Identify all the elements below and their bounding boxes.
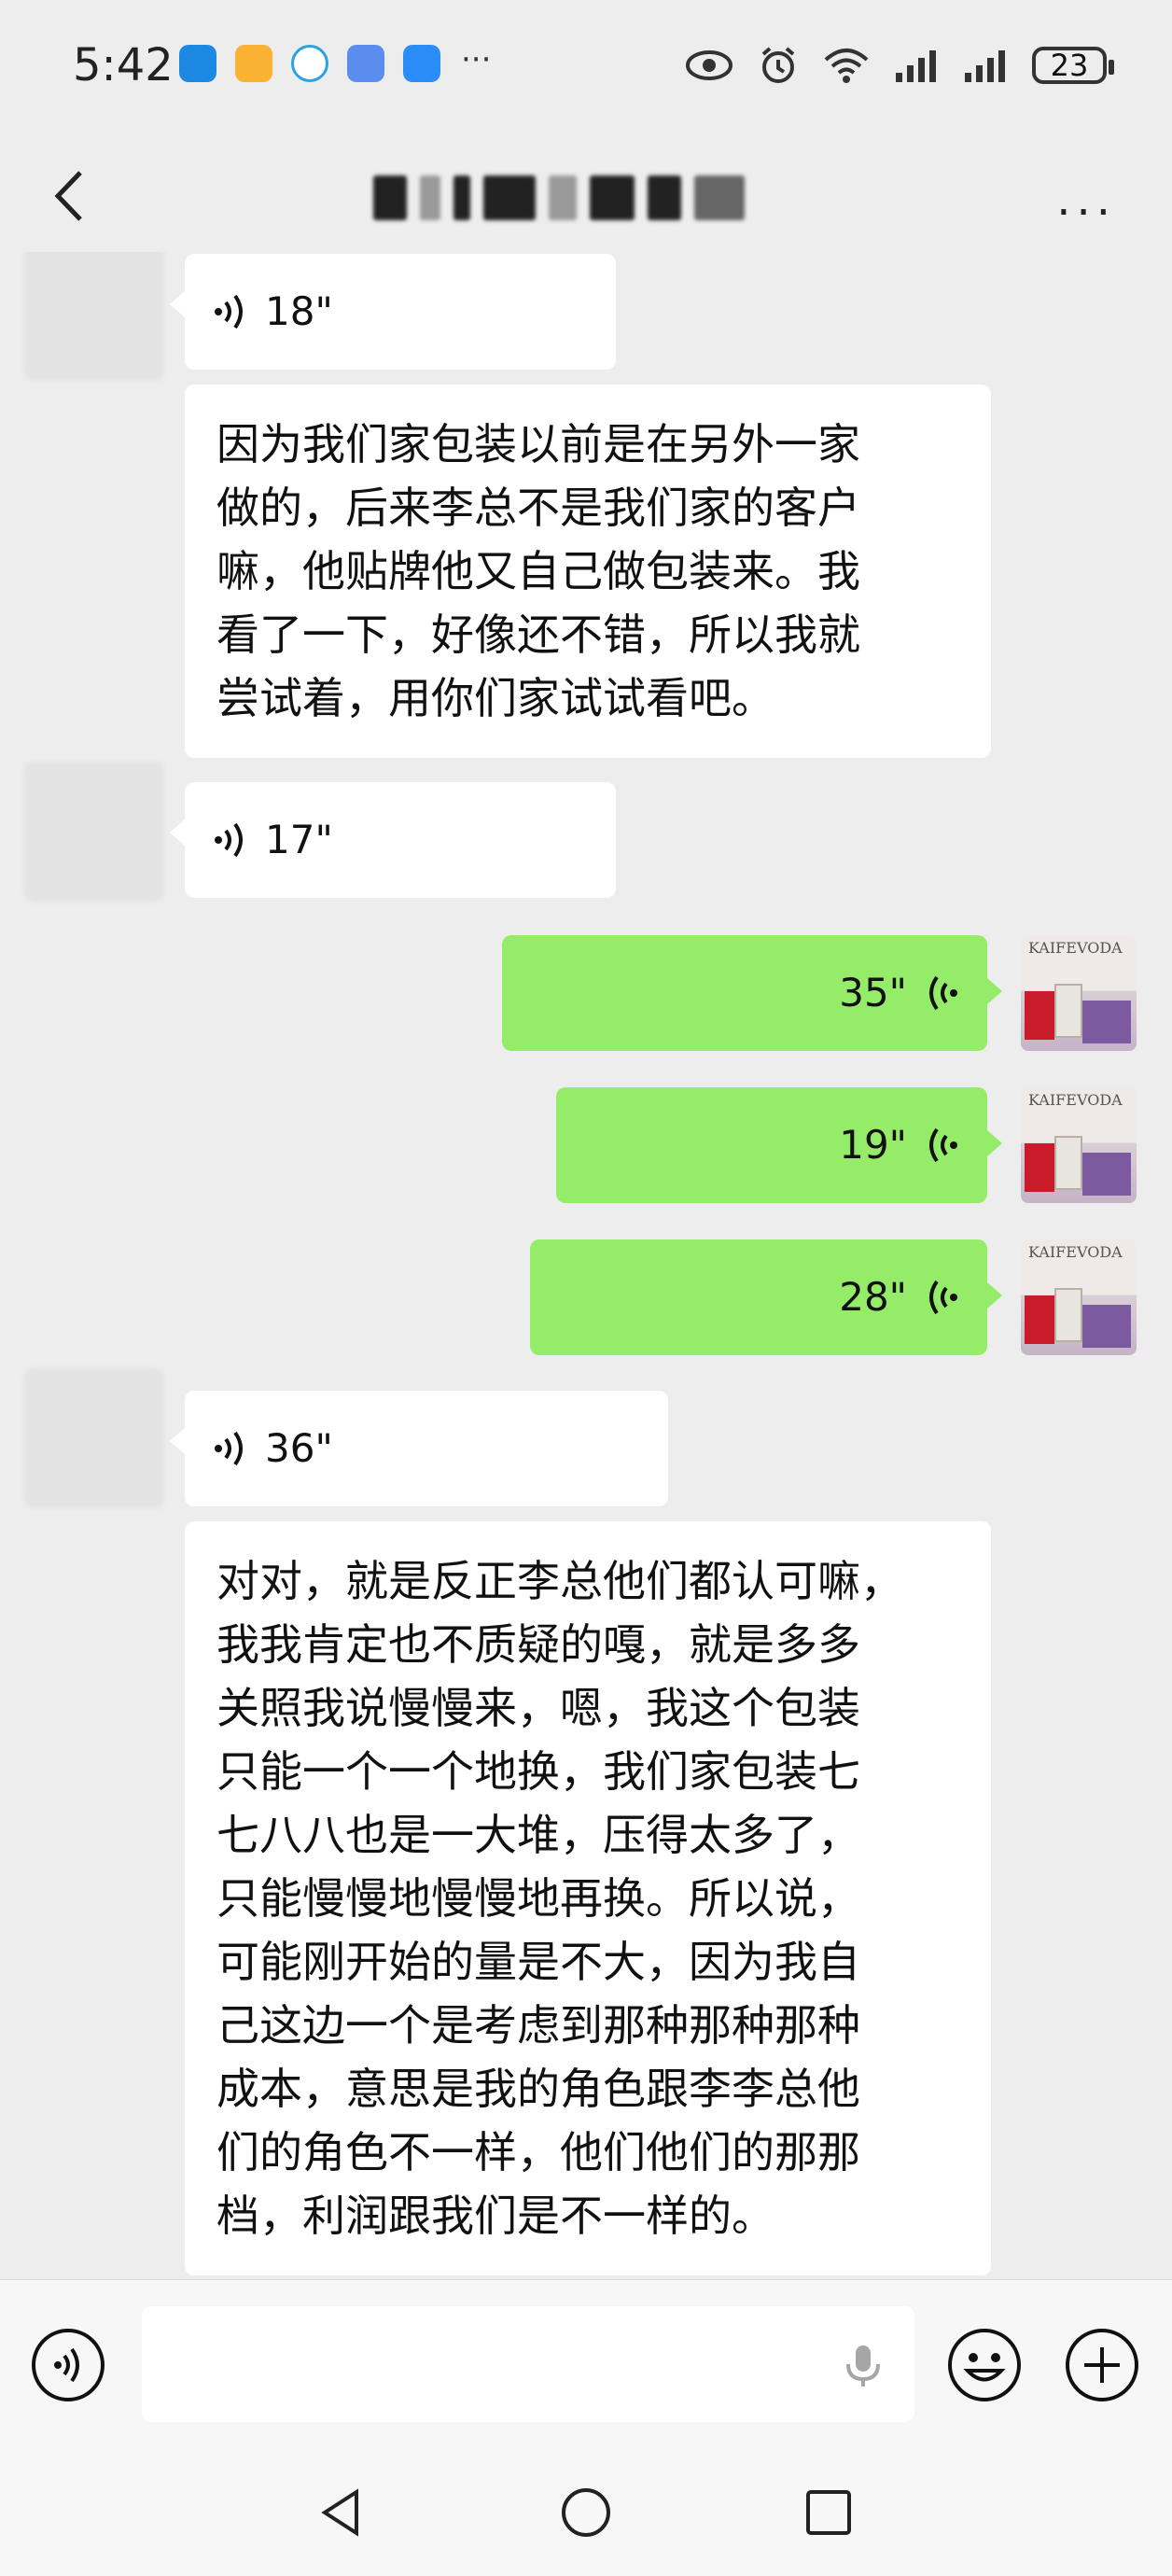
chat-header: ··· [0,140,1172,252]
avatar-brand-text: KAIFEVODA [1028,1091,1123,1109]
message-line: 只能一个一个地换，我们家包装七 [216,1746,860,1797]
system-nav-bar [0,2447,1172,2576]
message-line: 我我肯定也不质疑的嘎，就是多多 [216,1619,860,1670]
nav-home-icon[interactable] [558,2485,614,2541]
contact-avatar[interactable] [24,762,164,902]
voice-wave-icon [215,822,243,858]
voice-wave-icon [929,1280,957,1315]
message-line: 己这边一个是考虑到那种那种那种 [216,2000,860,2051]
mic-icon[interactable] [840,2342,886,2388]
voice-message-out[interactable]: 35" [502,935,1002,1051]
more-notifications-icon: ··· [461,41,492,78]
message-line: 尝试着，用你们家试试看吧。 [216,673,774,723]
message-line: 嘛，他贴牌他又自己做包装来。我 [216,546,860,596]
voice-duration: 19" [839,1122,907,1168]
music-notification-icon [347,45,384,82]
signal-icon-2 [965,50,1005,82]
eye-icon [686,50,732,80]
nav-recent-icon[interactable] [801,2485,857,2541]
message-line: 成本，意思是我的角色跟李李总他 [216,2064,860,2114]
message-line: 七八八也是一大堆，压得太多了， [216,1810,860,1860]
signal-icon-1 [896,50,936,82]
voice-message-out[interactable]: 28" [530,1239,1002,1355]
plus-icon[interactable] [1064,2327,1140,2403]
voice-message-in[interactable]: 36" [170,1391,668,1506]
voice-wave-icon [929,975,957,1011]
voice-wave-icon [215,1431,243,1466]
voice-duration: 18" [265,288,333,334]
message-line: 因为我们家包装以前是在另外一家 [216,419,860,469]
voice-message-in[interactable]: 18" [170,254,616,370]
message-line: 只能慢慢地慢慢地再换。所以说， [216,1873,860,1924]
emoji-icon[interactable] [946,2327,1023,2403]
avatar-brand-text: KAIFEVODA [1028,1243,1123,1261]
contact-avatar[interactable] [24,252,164,381]
status-icons: 23 [685,37,1114,93]
message-line: 对对，就是反正李总他们都认可嘛， [216,1556,903,1606]
voice-wave-icon [929,1127,957,1163]
voice-duration: 35" [839,970,907,1015]
more-icon[interactable]: ··· [1056,187,1116,239]
message-input[interactable] [142,2306,914,2422]
voice-duration: 36" [265,1425,333,1471]
message-line: 做的，后来李总不是我们家的客户 [216,483,860,533]
wifi-icon [824,49,869,83]
battery-indicator: 23 [1032,47,1114,84]
message-line: 们的角色不一样，他们他们的那那 [216,2127,860,2177]
chat-title-redacted [373,170,802,226]
message-line: 关照我说慢慢来，嗯，我这个包装 [216,1683,860,1733]
message-line: 可能刚开始的量是不大，因为我自 [216,1937,860,1987]
my-avatar[interactable]: KAIFEVODA [1021,1087,1137,1203]
my-avatar[interactable]: KAIFEVODA [1021,1239,1137,1355]
input-bar [0,2279,1172,2448]
voice-message-out[interactable]: 19" [556,1087,1002,1203]
status-bar: 5:42 ··· 23 [0,0,1172,131]
contact-avatar[interactable] [24,1368,164,1508]
message-line: 看了一下，好像还不错，所以我就 [216,609,860,660]
text-message-in[interactable]: 对对，就是反正李总他们都认可嘛， 我我肯定也不质疑的嘎，就是多多 关照我说慢慢来… [185,1521,991,2275]
voice-message-in[interactable]: 17" [170,782,616,898]
app-notification-icon [179,45,216,82]
voice-wave-icon [215,294,243,329]
text-message-in[interactable]: 因为我们家包装以前是在另外一家 做的，后来李总不是我们家的客户 嘛，他贴牌他又自… [185,385,991,758]
alarm-icon [761,47,795,83]
weather-notification-icon [403,45,440,82]
browser-notification-icon [291,45,328,82]
voice-duration: 28" [839,1274,907,1320]
voice-duration: 17" [265,817,333,862]
weibo-notification-icon [235,45,272,82]
message-line: 档，利润跟我们是不一样的。 [216,2191,774,2241]
my-avatar[interactable]: KAIFEVODA [1021,935,1137,1051]
status-time: 5:42 [73,39,174,91]
avatar-brand-text: KAIFEVODA [1028,939,1123,957]
nav-back-icon[interactable] [314,2485,370,2541]
back-icon[interactable] [39,163,105,229]
voice-mode-icon[interactable] [30,2327,106,2403]
chat-messages[interactable]: 18" 因为我们家包装以前是在另外一家 做的，后来李总不是我们家的客户 嘛，他贴… [0,252,1172,2277]
